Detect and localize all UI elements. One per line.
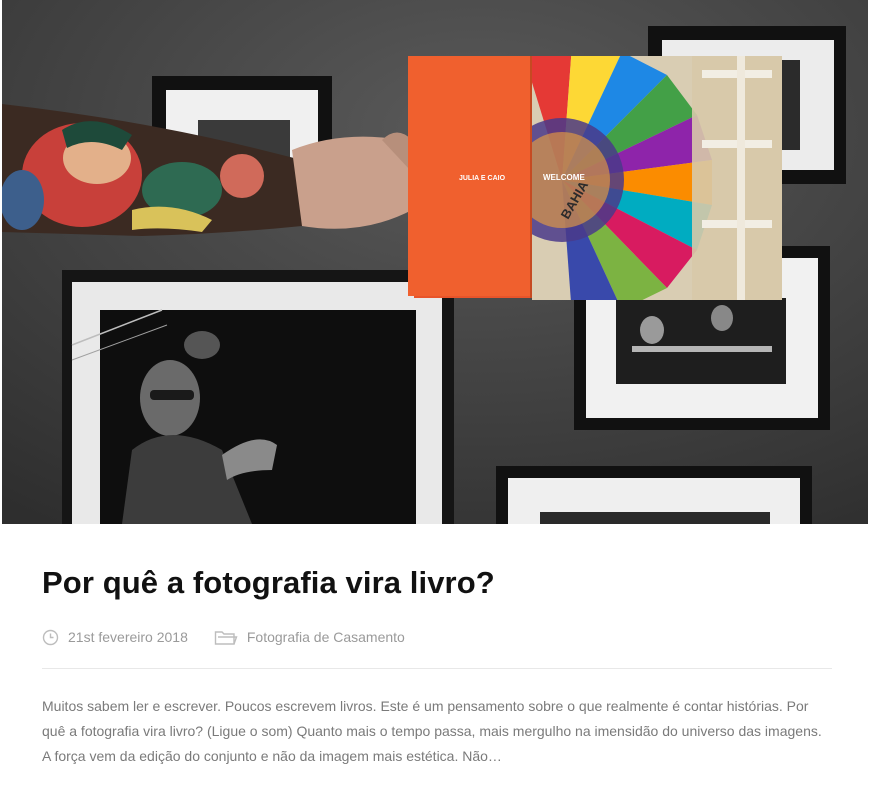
photo-book: JULIA E CAIO WELCOME BAHIA [408, 56, 782, 300]
book-spine-text: JULIA E CAIO [459, 175, 506, 182]
featured-image[interactable]: JULIA E CAIO WELCOME BAHIA [2, 0, 868, 524]
wall-frame [496, 466, 812, 524]
post-date: 21st fevereiro 2018 [42, 629, 188, 646]
clock-icon [42, 629, 59, 645]
divider [42, 668, 832, 669]
post-category: Fotografia de Casamento [214, 629, 405, 646]
wall-frame [62, 270, 454, 524]
post-title[interactable]: Por quê a fotografia vira livro? [42, 565, 495, 601]
post-excerpt: Muitos sabem ler e escrever. Poucos escr… [42, 698, 822, 764]
blog-post-card: JULIA E CAIO WELCOME BAHIA Por quê a fot… [0, 0, 870, 793]
folder-icon [214, 630, 238, 645]
post-date-text: 21st fevereiro 2018 [68, 629, 188, 645]
post-category-link[interactable]: Fotografia de Casamento [247, 629, 405, 645]
post-meta: 21st fevereiro 2018 Fotografia de Casame… [42, 626, 405, 648]
